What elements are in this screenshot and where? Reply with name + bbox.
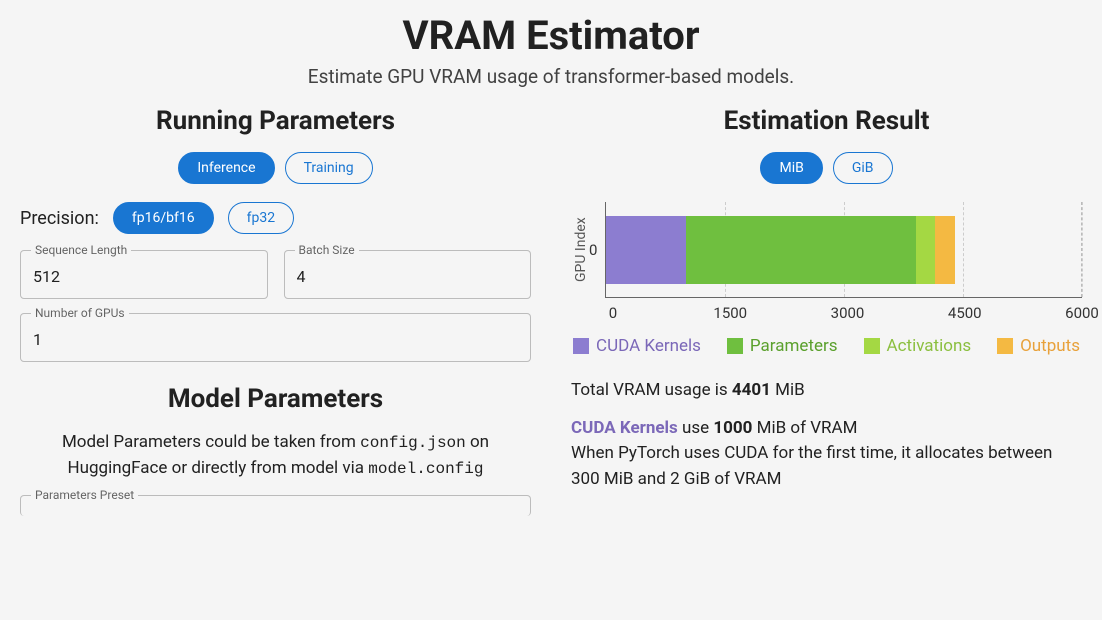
total-unit: MiB bbox=[771, 380, 805, 400]
batch-size-input[interactable] bbox=[297, 267, 519, 286]
cuda-suffix: MiB of VRAM bbox=[752, 418, 857, 438]
chart-x-ticks: 01500300045006000 bbox=[613, 304, 1082, 326]
page-subtitle: Estimate GPU VRAM usage of transformer-b… bbox=[20, 65, 1082, 88]
unit-gib-chip[interactable]: GiB bbox=[833, 152, 893, 184]
legend-swatch-lime bbox=[864, 338, 880, 354]
chart-x-tick: 6000 bbox=[1065, 304, 1099, 322]
chart-y-tick: 0 bbox=[589, 202, 605, 298]
legend-acts-label: Activations bbox=[887, 336, 972, 356]
legend-swatch-green bbox=[727, 338, 743, 354]
result-text-block: Total VRAM usage is 4401 MiB CUDA Kernel… bbox=[571, 378, 1082, 492]
chart-bar bbox=[606, 216, 1082, 284]
model-desc-text: Model Parameters could be taken from bbox=[62, 432, 360, 452]
estimation-result-title: Estimation Result bbox=[571, 106, 1082, 136]
legend-swatch-purple bbox=[573, 338, 589, 354]
mode-training-chip[interactable]: Training bbox=[285, 152, 373, 184]
mode-toggle: Inference Training bbox=[20, 152, 531, 184]
mode-inference-chip[interactable]: Inference bbox=[178, 152, 274, 184]
legend-outputs: Outputs bbox=[997, 336, 1080, 356]
chart-legend: CUDA Kernels Parameters Activations Outp… bbox=[571, 336, 1082, 356]
num-gpus-input[interactable] bbox=[33, 330, 518, 349]
cuda-label: CUDA Kernels bbox=[571, 418, 678, 438]
cuda-kernels-line: CUDA Kernels use 1000 MiB of VRAM When P… bbox=[571, 416, 1082, 493]
chart-segment-cuda-kernels bbox=[606, 216, 685, 284]
total-value: 4401 bbox=[732, 380, 771, 400]
chart-y-axis-label: GPU Index bbox=[571, 202, 589, 298]
running-parameters-panel: Running Parameters Inference Training Pr… bbox=[20, 106, 531, 530]
legend-params-label: Parameters bbox=[750, 336, 838, 356]
chart-x-tick: 1500 bbox=[713, 304, 747, 322]
legend-swatch-orange bbox=[997, 338, 1013, 354]
legend-cuda-label: CUDA Kernels bbox=[596, 336, 701, 356]
model-config-code: model.config bbox=[368, 460, 483, 478]
num-gpus-field[interactable]: Number of GPUs bbox=[20, 313, 531, 362]
chart-segment-activations bbox=[916, 216, 936, 284]
precision-label: Precision: bbox=[20, 208, 99, 229]
precision-fp16-chip[interactable]: fp16/bf16 bbox=[113, 202, 214, 234]
total-vram-line: Total VRAM usage is 4401 MiB bbox=[571, 378, 1082, 404]
chart-x-tick: 3000 bbox=[831, 304, 865, 322]
cuda-mid: use bbox=[678, 418, 714, 438]
model-parameters-title: Model Parameters bbox=[20, 384, 531, 414]
vram-chart: GPU Index 0 bbox=[571, 202, 1082, 298]
chart-segment-outputs bbox=[935, 216, 955, 284]
legend-parameters: Parameters bbox=[727, 336, 838, 356]
cuda-explain: When PyTorch uses CUDA for the first tim… bbox=[571, 443, 1052, 489]
page-title: VRAM Estimator bbox=[20, 12, 1082, 59]
unit-toggle: MiB GiB bbox=[571, 152, 1082, 184]
legend-cuda-kernels: CUDA Kernels bbox=[573, 336, 701, 356]
legend-outputs-label: Outputs bbox=[1020, 336, 1080, 356]
estimation-result-panel: Estimation Result MiB GiB GPU Index 0 0 1… bbox=[571, 106, 1082, 530]
sequence-length-field[interactable]: Sequence Length bbox=[20, 250, 268, 299]
precision-fp32-chip[interactable]: fp32 bbox=[228, 202, 294, 234]
chart-plot-area bbox=[605, 202, 1082, 298]
sequence-length-label: Sequence Length bbox=[31, 243, 131, 257]
parameters-preset-label: Parameters Preset bbox=[31, 488, 138, 502]
model-parameters-description: Model Parameters could be taken from con… bbox=[20, 430, 531, 481]
chart-x-tick: 0 bbox=[609, 304, 617, 322]
parameters-preset-field[interactable]: Parameters Preset bbox=[20, 495, 531, 516]
chart-segment-parameters bbox=[686, 216, 916, 284]
config-json-code: config.json bbox=[360, 434, 466, 452]
batch-size-field[interactable]: Batch Size bbox=[284, 250, 532, 299]
legend-activations: Activations bbox=[864, 336, 972, 356]
num-gpus-label: Number of GPUs bbox=[31, 306, 129, 320]
chart-gridline bbox=[1082, 202, 1083, 297]
running-parameters-title: Running Parameters bbox=[20, 106, 531, 136]
total-prefix: Total VRAM usage is bbox=[571, 380, 732, 400]
unit-mib-chip[interactable]: MiB bbox=[760, 152, 822, 184]
sequence-length-input[interactable] bbox=[33, 267, 255, 286]
precision-row: Precision: fp16/bf16 fp32 bbox=[20, 202, 531, 234]
batch-size-label: Batch Size bbox=[295, 243, 359, 257]
chart-x-tick: 4500 bbox=[948, 304, 982, 322]
cuda-value: 1000 bbox=[713, 418, 752, 438]
